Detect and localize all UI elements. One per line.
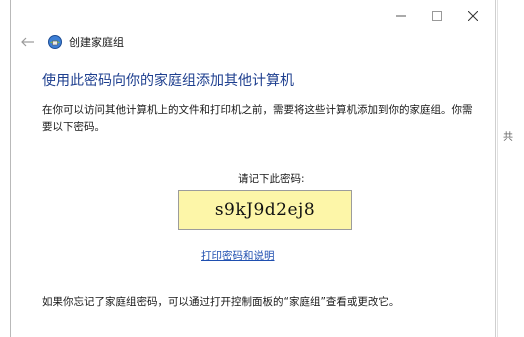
maximize-button[interactable]: [419, 6, 455, 26]
minimize-button[interactable]: [383, 6, 419, 26]
password-value: s9kJ9d2ej8: [214, 200, 316, 220]
homegroup-icon: [48, 35, 62, 49]
back-button[interactable]: [19, 35, 37, 49]
close-icon: [468, 11, 478, 21]
minimize-icon: [396, 15, 406, 17]
background-window-edge: [497, 0, 498, 337]
back-arrow-icon: [21, 37, 34, 47]
window-controls: [383, 6, 491, 26]
password-display: s9kJ9d2ej8: [178, 190, 352, 230]
close-button[interactable]: [455, 6, 491, 26]
maximize-icon: [432, 11, 442, 21]
password-label: 请记下此密码:: [238, 173, 305, 185]
window-title: 创建家庭组: [69, 36, 124, 49]
print-password-link[interactable]: 打印密码和说明: [201, 248, 275, 263]
page-heading: 使用此密码向你的家庭组添加其他计算机: [42, 73, 294, 89]
navigation-bar: 创建家庭组: [19, 34, 124, 50]
homegroup-window: 创建家庭组 使用此密码向你的家庭组添加其他计算机 在你可以访问其他计算机上的文件…: [10, 0, 496, 337]
background-window-text: 共: [503, 132, 513, 143]
footer-text: 如果你忘记了家庭组密码，可以通过打开控制面板的“家庭组”查看或更改它。: [42, 296, 400, 308]
description-text: 在你可以访问其他计算机上的文件和打印机之前，需要将这些计算机添加到你的家庭组。你…: [42, 104, 473, 133]
